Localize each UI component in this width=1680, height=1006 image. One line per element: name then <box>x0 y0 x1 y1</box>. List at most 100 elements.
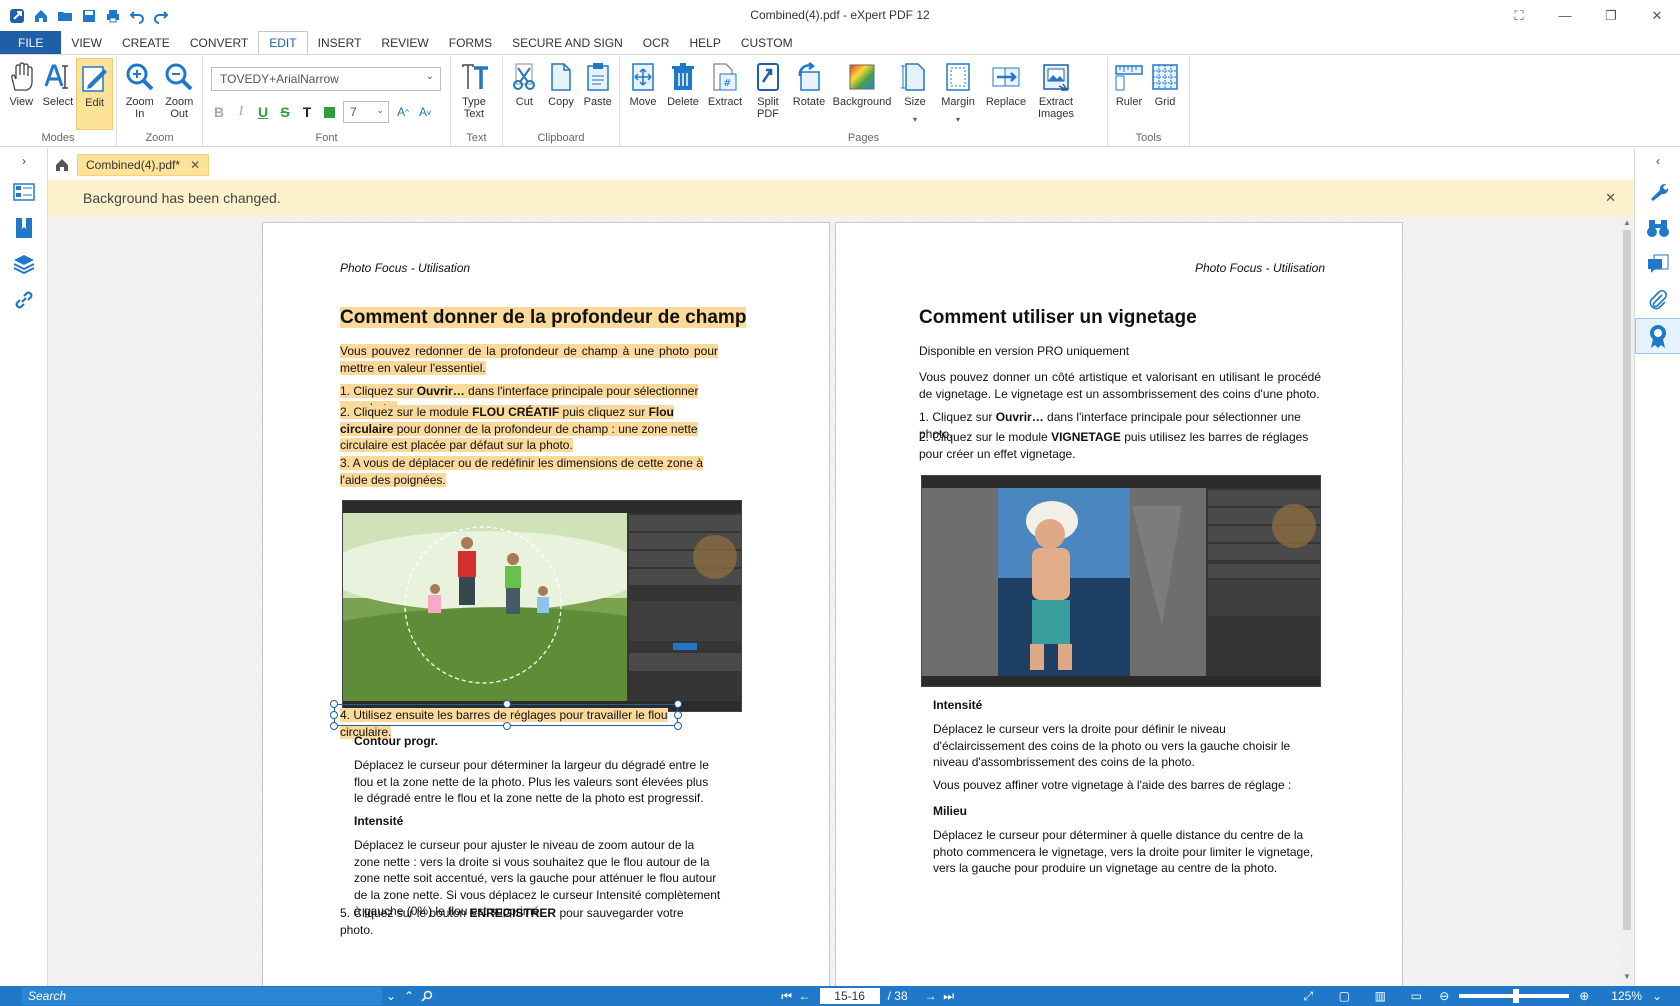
scroll-up-icon[interactable]: ▲ <box>1620 218 1634 230</box>
pdf-page-16[interactable]: Photo Focus - Utilisation Comment utilis… <box>835 222 1403 986</box>
zoom-out-icon[interactable]: ⊖ <box>1435 987 1453 1005</box>
resize-handle[interactable] <box>330 711 338 719</box>
search-input[interactable]: Search <box>22 987 382 1005</box>
comments-icon[interactable] <box>1635 246 1680 282</box>
intro-paragraph[interactable]: Vous pouvez redonner de la profondeur de… <box>340 343 718 376</box>
menu-help[interactable]: HELP <box>679 31 730 54</box>
chevron-down-icon[interactable]: ⌄ <box>1648 987 1666 1005</box>
open-folder-icon[interactable] <box>56 7 74 25</box>
vertical-scrollbar[interactable]: ▲ ▼ <box>1620 216 1634 986</box>
menu-edit[interactable]: EDIT <box>258 31 308 54</box>
chevron-up-icon[interactable]: ⌃ <box>400 987 418 1005</box>
copy-button[interactable]: Copy <box>543 58 580 130</box>
menu-file[interactable]: FILE <box>0 31 62 54</box>
menu-forms[interactable]: FORMS <box>439 31 502 54</box>
zoom-in-button[interactable]: Zoom In <box>120 58 160 130</box>
rotate-button[interactable]: Rotate <box>789 58 829 130</box>
scroll-down-icon[interactable]: ▼ <box>1620 972 1634 984</box>
menu-insert[interactable]: INSERT <box>308 31 372 54</box>
bookmarks-icon[interactable] <box>0 210 48 246</box>
app-logo-icon[interactable] <box>8 7 26 25</box>
resize-handle[interactable] <box>674 700 682 708</box>
text-selection-box[interactable] <box>330 700 682 730</box>
extract-images-button[interactable]: Extract Images <box>1031 58 1081 130</box>
undo-icon[interactable] <box>128 7 146 25</box>
zoom-slider[interactable] <box>1459 989 1570 1003</box>
close-tab-icon[interactable]: ✕ <box>190 158 200 172</box>
page-title[interactable]: Comment donner de la profondeur de champ <box>340 307 747 329</box>
links-icon[interactable] <box>0 282 48 318</box>
menu-create[interactable]: CREATE <box>112 31 180 54</box>
paste-button[interactable]: Paste <box>579 58 616 130</box>
scroll-thumb[interactable] <box>1623 230 1631 930</box>
attachments-icon[interactable] <box>1635 282 1680 318</box>
italic-icon[interactable]: I <box>233 103 249 121</box>
resize-handle[interactable] <box>330 700 338 708</box>
font-size-select[interactable]: 7 ⌄ <box>343 101 389 123</box>
resize-handle[interactable] <box>503 700 511 708</box>
save-icon[interactable] <box>80 7 98 25</box>
last-page-icon[interactable]: ⏭ <box>940 987 958 1005</box>
menu-secure-and-sign[interactable]: SECURE AND SIGN <box>502 31 633 54</box>
view-mode-button[interactable]: View <box>3 58 40 130</box>
zoom-out-button[interactable]: Zoom Out <box>160 58 200 130</box>
replace-button[interactable]: Replace <box>981 58 1031 130</box>
grow-font-icon[interactable]: A ^ <box>395 103 411 121</box>
certificate-icon[interactable] <box>1635 318 1680 354</box>
subheading-intensite[interactable]: Intensité <box>354 813 403 830</box>
ruler-button[interactable]: Ruler <box>1111 58 1147 130</box>
shrink-font-icon[interactable]: Av <box>417 103 433 121</box>
intro-paragraph[interactable]: Vous pouvez donner un côté artistique et… <box>919 369 1321 402</box>
subheading-intensite[interactable]: Intensité <box>933 697 982 714</box>
binoculars-icon[interactable] <box>1635 210 1680 246</box>
zoom-level[interactable]: 125% <box>1611 989 1642 1003</box>
restore-button[interactable]: ❐ <box>1588 0 1634 31</box>
type-text-button[interactable]: Type Text <box>454 58 494 130</box>
document-tab[interactable]: Combined(4).pdf* ✕ <box>77 154 210 176</box>
pdf-page-15[interactable]: Photo Focus - Utilisation Comment donner… <box>262 222 830 986</box>
resize-handle[interactable] <box>674 711 682 719</box>
move-button[interactable]: Move <box>623 58 663 130</box>
paragraph-affiner[interactable]: Vous pouvez affiner votre vignetage à l'… <box>933 777 1317 794</box>
split-pdf-button[interactable]: Split PDF <box>747 58 789 130</box>
underline-icon[interactable]: U <box>255 103 271 121</box>
select-mode-button[interactable]: Select <box>40 58 77 130</box>
menu-ocr[interactable]: OCR <box>633 31 680 54</box>
extract-button[interactable]: # Extract <box>703 58 747 130</box>
page-title[interactable]: Comment utiliser un vignetage <box>919 307 1197 329</box>
layers-icon[interactable] <box>0 246 48 282</box>
zoom-slider-thumb[interactable] <box>1513 989 1520 1003</box>
actual-size-icon[interactable]: ▢ <box>1335 987 1353 1005</box>
print-icon[interactable] <box>104 7 122 25</box>
previous-page-icon[interactable]: ← <box>796 987 814 1005</box>
home-tab-icon[interactable] <box>50 154 74 176</box>
fullscreen-icon[interactable]: ⛶ <box>1496 0 1542 31</box>
step-3[interactable]: 3. A vous de déplacer ou de redéfinir le… <box>340 455 718 488</box>
cut-button[interactable]: Cut <box>506 58 543 130</box>
step-2[interactable]: 2. Cliquez sur le module VIGNETAGE puis … <box>919 429 1321 462</box>
menu-review[interactable]: REVIEW <box>371 31 438 54</box>
strikethrough-icon[interactable]: S <box>277 103 293 121</box>
first-page-icon[interactable]: ⏮ <box>778 987 796 1005</box>
redo-icon[interactable] <box>152 7 170 25</box>
margin-button[interactable]: Margin ▾ <box>935 58 981 130</box>
subheading-contour[interactable]: Contour progr. <box>354 733 438 750</box>
fit-page-icon[interactable]: ⤢ <box>1299 987 1317 1005</box>
paragraph-contour[interactable]: Déplacez le curseur pour déterminer la l… <box>354 757 718 807</box>
search-icon[interactable] <box>418 987 436 1005</box>
expand-panel-icon[interactable]: › <box>0 148 48 174</box>
tools-wrench-icon[interactable] <box>1635 174 1680 210</box>
paragraph-milieu[interactable]: Déplacez le curseur pour déterminer à qu… <box>933 827 1317 877</box>
text-color-icon[interactable]: T <box>299 103 315 121</box>
resize-handle[interactable] <box>503 722 511 730</box>
paragraph-intensite[interactable]: Déplacez le curseur vers la droite pour … <box>933 721 1317 771</box>
home-icon[interactable] <box>32 7 50 25</box>
fill-color-icon[interactable] <box>321 103 337 121</box>
bold-icon[interactable]: B <box>211 103 227 121</box>
edit-mode-button[interactable]: Edit <box>76 58 113 130</box>
chevron-down-icon[interactable]: ⌄ <box>382 987 400 1005</box>
single-page-view-icon[interactable]: ▭ <box>1407 987 1425 1005</box>
close-notification-icon[interactable]: ✕ <box>1605 190 1616 206</box>
collapse-panel-icon[interactable]: ‹ <box>1635 148 1680 174</box>
subheading-milieu[interactable]: Milieu <box>933 803 967 820</box>
